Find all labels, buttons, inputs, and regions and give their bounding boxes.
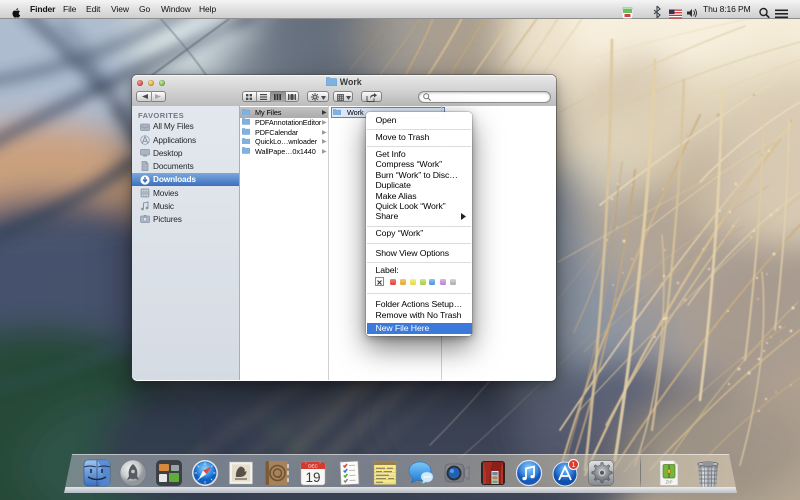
svg-text:1: 1 (572, 462, 576, 469)
svg-text:DEC: DEC (308, 464, 318, 469)
svg-text:ZIP: ZIP (665, 480, 672, 485)
svg-text:19: 19 (305, 470, 320, 485)
